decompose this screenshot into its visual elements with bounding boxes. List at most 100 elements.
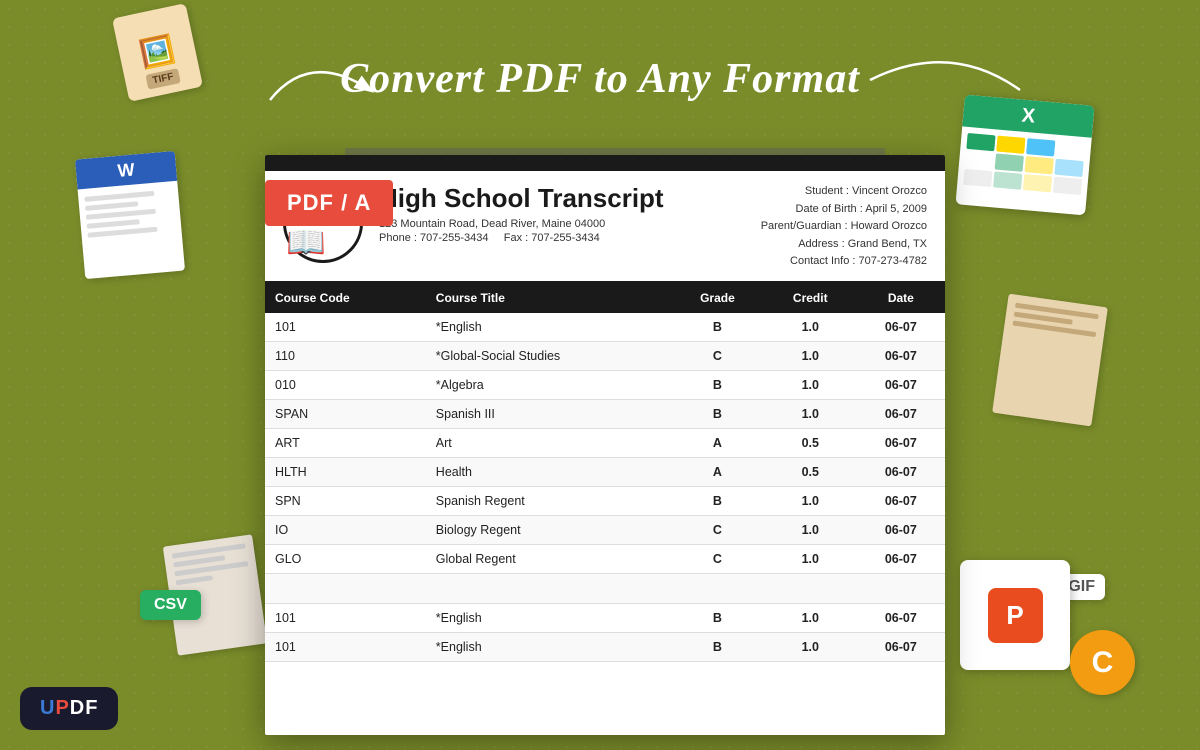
cell-code: ART xyxy=(265,428,426,457)
cell-date: 06-07 xyxy=(857,544,945,573)
cell-grade: A xyxy=(671,457,764,486)
table-row: 101 *English B 1.0 06-07 xyxy=(265,603,945,632)
table-row: ART Art A 0.5 06-07 xyxy=(265,428,945,457)
cell-code: GLO xyxy=(265,544,426,573)
col-course-code: Course Code xyxy=(265,283,426,313)
cell-grade: C xyxy=(671,515,764,544)
cell-code: 010 xyxy=(265,370,426,399)
table-header-row: Course Code Course Title Grade Credit Da… xyxy=(265,283,945,313)
cell-title: *English xyxy=(426,632,671,661)
cell-title: Art xyxy=(426,428,671,457)
table-row: 101 *English B 1.0 06-07 xyxy=(265,632,945,661)
cell-code: 101 xyxy=(265,603,426,632)
table-row: 101 *English B 1.0 06-07 xyxy=(265,313,945,342)
table-row: SPAN Spanish III B 1.0 06-07 xyxy=(265,399,945,428)
cell-credit: 1.0 xyxy=(764,544,857,573)
cell-date: 06-07 xyxy=(857,428,945,457)
school-details: High School Transcript 123 Mountain Road… xyxy=(379,183,761,271)
cell-date: 06-07 xyxy=(857,341,945,370)
student-contact: Contact Info : 707-273-4782 xyxy=(761,253,927,271)
cell-grade: B xyxy=(671,370,764,399)
cell-date: 06-07 xyxy=(857,515,945,544)
table-row: IO Biology Regent C 1.0 06-07 xyxy=(265,515,945,544)
cell-credit: 1.0 xyxy=(764,341,857,370)
cell-date: 06-07 xyxy=(857,457,945,486)
cell-grade: B xyxy=(671,313,764,342)
student-info: Student : Vincent Orozco Date of Birth :… xyxy=(761,183,927,271)
excel-grid xyxy=(957,126,1092,201)
table-separator-row xyxy=(265,573,945,603)
cell-date: 06-07 xyxy=(857,313,945,342)
school-phone-fax: Phone : 707-255-3434 Fax : 707-255-3434 xyxy=(379,232,761,244)
cell-title: *English xyxy=(426,603,671,632)
cell-credit: 1.0 xyxy=(764,486,857,515)
col-date: Date xyxy=(857,283,945,313)
tiff-label: TIFF xyxy=(145,68,181,90)
cell-credit: 0.5 xyxy=(764,457,857,486)
table-row: 110 *Global-Social Studies C 1.0 06-07 xyxy=(265,341,945,370)
cell-credit: 1.0 xyxy=(764,370,857,399)
school-address: 123 Mountain Road, Dead River, Maine 040… xyxy=(379,218,761,230)
table-row: SPN Spanish Regent B 1.0 06-07 xyxy=(265,486,945,515)
cell-title: Global Regent xyxy=(426,544,671,573)
cell-date: 06-07 xyxy=(857,370,945,399)
cell-code: IO xyxy=(265,515,426,544)
page-title: Convert PDF to Any Format xyxy=(340,55,860,103)
transcript-title: High School Transcript xyxy=(379,183,761,214)
cell-grade: B xyxy=(671,399,764,428)
cell-credit: 1.0 xyxy=(764,399,857,428)
cell-date: 06-07 xyxy=(857,632,945,661)
transcript-body: 101 *English B 1.0 06-07 110 *Global-Soc… xyxy=(265,313,945,662)
cell-grade: B xyxy=(671,486,764,515)
transcript-table: Course Code Course Title Grade Credit Da… xyxy=(265,283,945,662)
student-name: Student : Vincent Orozco xyxy=(761,183,927,201)
tiff-decoration: 🖼️ TIFF xyxy=(112,3,203,102)
transcript-document: ⭐📖 High School Transcript 123 Mountain R… xyxy=(265,155,945,735)
document-header-bar xyxy=(265,155,945,171)
updf-logo: UPDF xyxy=(20,687,118,730)
c-decoration: C xyxy=(1070,630,1135,695)
cell-title: *Algebra xyxy=(426,370,671,399)
cell-grade: B xyxy=(671,632,764,661)
word-decoration: W xyxy=(75,151,185,279)
col-credit: Credit xyxy=(764,283,857,313)
powerpoint-decoration: P xyxy=(960,560,1070,670)
powerpoint-icon: P xyxy=(988,588,1043,643)
cell-code: 101 xyxy=(265,313,426,342)
student-dob: Date of Birth : April 5, 2009 xyxy=(761,201,927,219)
cell-credit: 1.0 xyxy=(764,515,857,544)
table-row: 010 *Algebra B 1.0 06-07 xyxy=(265,370,945,399)
cell-code: HLTH xyxy=(265,457,426,486)
cell-title: Biology Regent xyxy=(426,515,671,544)
csv-badge: CSV xyxy=(140,590,201,620)
cell-title: Health xyxy=(426,457,671,486)
cell-title: Spanish III xyxy=(426,399,671,428)
cell-credit: 1.0 xyxy=(764,632,857,661)
cell-grade: C xyxy=(671,544,764,573)
cell-title: *Global-Social Studies xyxy=(426,341,671,370)
paper-decoration-right xyxy=(992,294,1108,427)
cell-title: *English xyxy=(426,313,671,342)
table-row: HLTH Health A 0.5 06-07 xyxy=(265,457,945,486)
cell-date: 06-07 xyxy=(857,486,945,515)
cell-grade: C xyxy=(671,341,764,370)
col-grade: Grade xyxy=(671,283,764,313)
cell-date: 06-07 xyxy=(857,603,945,632)
cell-grade: A xyxy=(671,428,764,457)
word-lines xyxy=(78,181,183,250)
cell-credit: 0.5 xyxy=(764,428,857,457)
excel-decoration: X xyxy=(955,95,1094,216)
table-row: GLO Global Regent C 1.0 06-07 xyxy=(265,544,945,573)
col-course-title: Course Title xyxy=(426,283,671,313)
student-address: Address : Grand Bend, TX xyxy=(761,236,927,254)
cell-date: 06-07 xyxy=(857,399,945,428)
cell-code: SPN xyxy=(265,486,426,515)
cell-credit: 1.0 xyxy=(764,603,857,632)
student-parent: Parent/Guardian : Howard Orozco xyxy=(761,218,927,236)
pdf-badge: PDF / A xyxy=(265,180,393,226)
cell-code: 101 xyxy=(265,632,426,661)
cell-credit: 1.0 xyxy=(764,313,857,342)
cell-grade: B xyxy=(671,603,764,632)
cell-code: 110 xyxy=(265,341,426,370)
cell-title: Spanish Regent xyxy=(426,486,671,515)
